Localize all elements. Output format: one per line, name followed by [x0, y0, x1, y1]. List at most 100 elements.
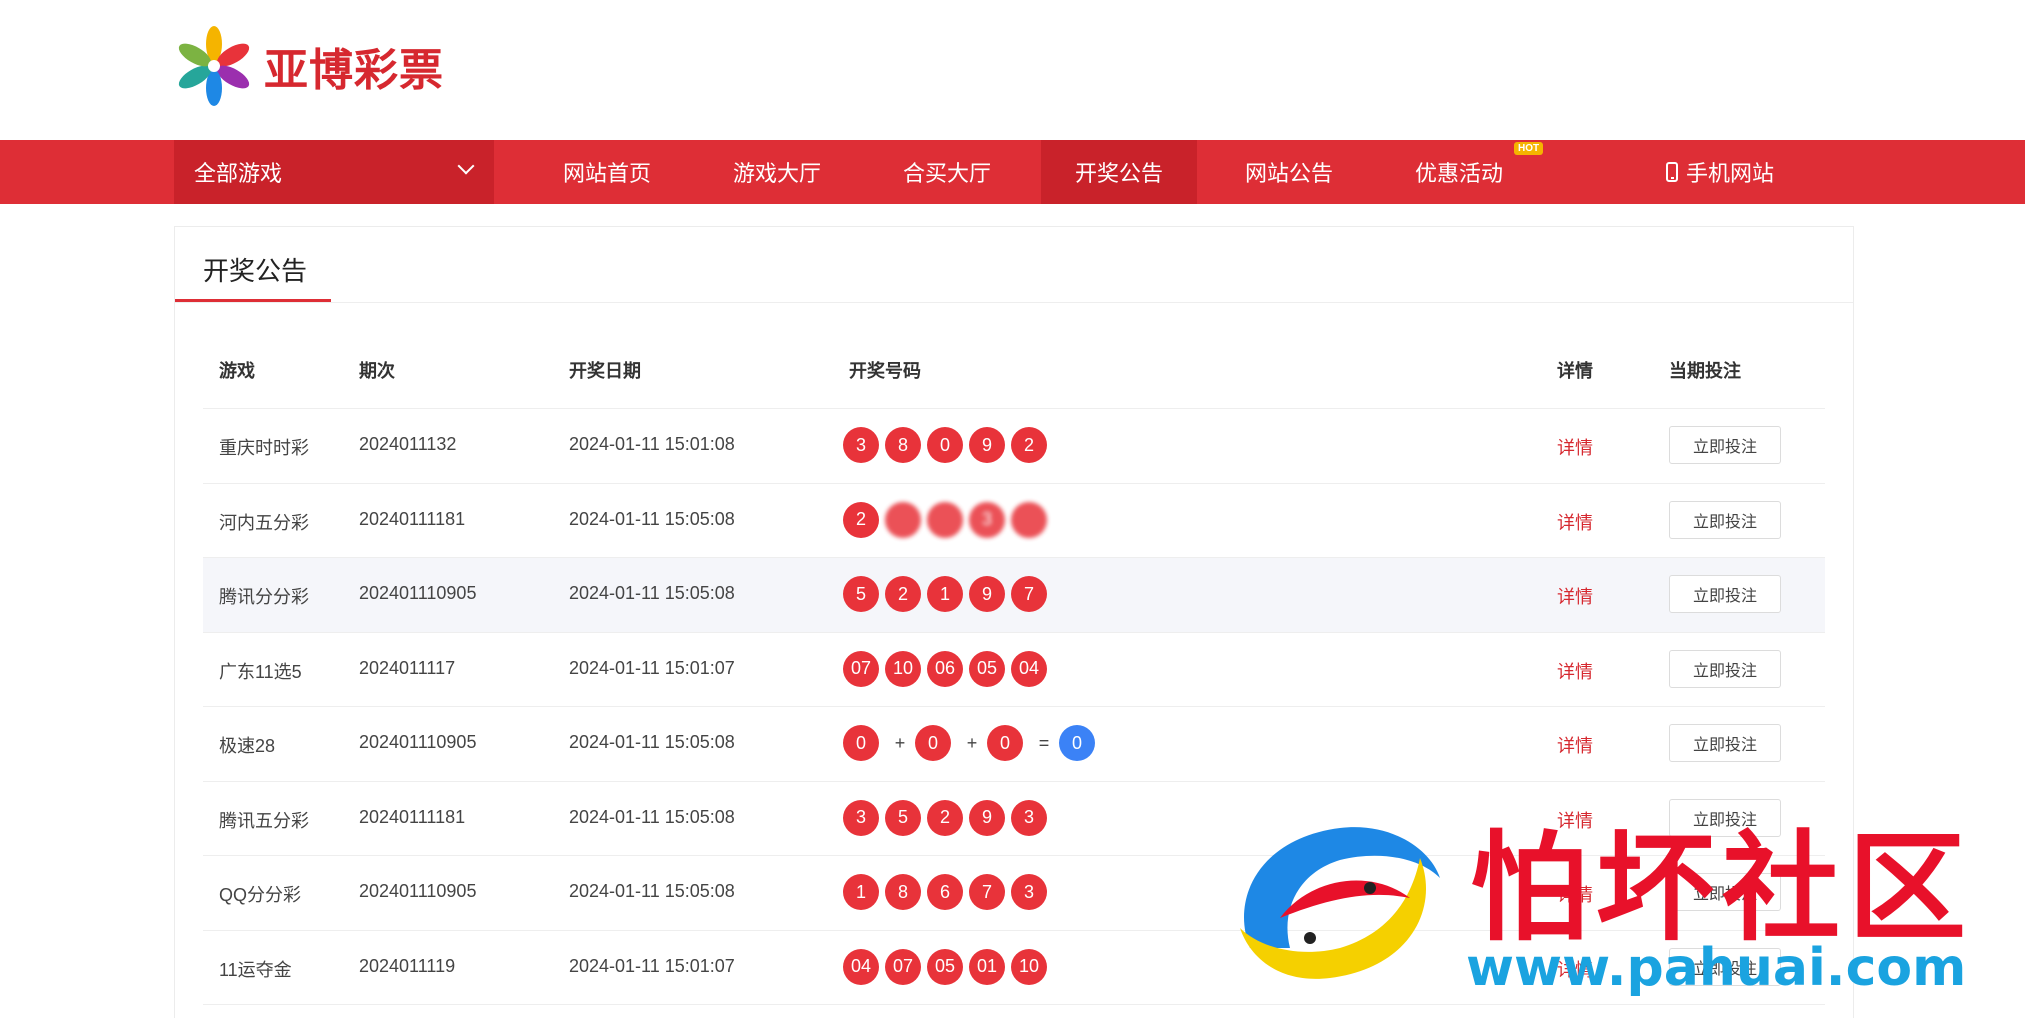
nav-item-label: 手机网站 — [1685, 161, 1774, 186]
nav-item-label: 网站公告 — [1244, 161, 1333, 186]
number-ball: 8 — [885, 427, 921, 463]
number-ball: 2 — [927, 799, 963, 836]
number-ball: 8 — [885, 874, 921, 910]
brand-name: 亚博彩票 — [264, 45, 444, 96]
draw-date: 2024-01-11 15:05:08 — [569, 583, 735, 603]
bet-now-button[interactable]: 立即投注 — [1669, 575, 1781, 613]
col-header-date: 开奖日期 — [569, 361, 641, 381]
number-ball: 7 — [969, 874, 1005, 910]
draw-numbers: 2 3 — [843, 501, 1053, 538]
nav-item-group-buy[interactable]: 合买大厅 — [862, 140, 1032, 204]
bet-now-button[interactable]: 立即投注 — [1669, 426, 1781, 464]
col-header-game: 游戏 — [219, 361, 255, 381]
col-header-bet: 当期投注 — [1669, 361, 1741, 381]
draw-numbers: 04 07 05 01 10 — [843, 948, 1053, 985]
site-header: 亚博彩票 — [0, 0, 2025, 140]
table-row: 广东11选5 2024011117 2024-01-11 15:01:07 07… — [203, 633, 1825, 707]
number-ball: 1 — [843, 874, 879, 910]
period: 202401110905 — [359, 732, 477, 752]
draw-numbers: 3 8 0 9 2 — [843, 427, 1053, 463]
detail-link[interactable]: 详情 — [1557, 732, 1593, 758]
watermark: 怕坏社区 www.pahuai.com — [1220, 792, 2020, 1012]
game-name: 腾讯分分彩 — [219, 587, 309, 607]
bet-now-button[interactable]: 立即投注 — [1669, 500, 1781, 539]
number-ball: 2 — [885, 576, 921, 612]
game-name: 河内五分彩 — [219, 512, 309, 533]
period: 2024011117 — [359, 657, 456, 678]
all-games-dropdown[interactable]: 全部游戏 — [174, 140, 494, 204]
number-ball: 2 — [843, 501, 879, 538]
number-ball: 05 — [927, 948, 963, 985]
fish-logo-icon — [1240, 827, 1440, 979]
nav-item-promotions[interactable]: 优惠活动 HOT — [1374, 140, 1544, 204]
period: 2024011119 — [359, 955, 456, 976]
watermark-url: www.pahuai.com — [1466, 938, 1967, 998]
number-ball-obscured — [885, 501, 921, 538]
number-ball: 5 — [885, 799, 921, 836]
number-ball: 3 — [843, 427, 879, 463]
nav-item-label: 网站首页 — [562, 161, 651, 186]
logo-flower-icon — [178, 26, 250, 106]
nav-item-game-hall[interactable]: 游戏大厅 — [692, 140, 862, 204]
number-ball: 01 — [969, 948, 1005, 985]
number-ball: 9 — [969, 576, 1005, 612]
game-name: 广东11选5 — [219, 661, 302, 682]
site-logo[interactable]: 亚博彩票 — [172, 24, 444, 108]
number-ball: 10 — [885, 650, 921, 687]
number-ball-obscured — [1011, 501, 1047, 538]
number-ball: 5 — [843, 576, 879, 612]
panel-title: 开奖公告 — [203, 256, 308, 286]
nav-item-home[interactable]: 网站首页 — [522, 140, 692, 204]
col-header-detail: 详情 — [1557, 361, 1593, 381]
phone-icon — [1665, 162, 1678, 182]
nav-item-draw-results[interactable]: 开奖公告 — [1041, 140, 1197, 204]
period: 202401110905 — [359, 583, 477, 603]
plus-sign: + — [894, 732, 906, 753]
detail-link[interactable]: 详情 — [1557, 434, 1593, 460]
draw-numbers: 1 8 6 7 3 — [843, 874, 1053, 910]
draw-numbers: 5 2 1 9 7 — [843, 576, 1053, 612]
period: 202401110905 — [359, 881, 477, 901]
draw-date: 2024-01-11 15:05:08 — [569, 732, 735, 752]
number-ball: 9 — [969, 799, 1005, 836]
nav-item-label: 优惠活动 — [1414, 161, 1503, 186]
bet-now-button[interactable]: 立即投注 — [1669, 649, 1781, 688]
nav-item-mobile-site[interactable]: 手机网站 — [1630, 140, 1810, 204]
nav-item-announcements[interactable]: 网站公告 — [1204, 140, 1374, 204]
number-ball: 0 — [915, 725, 951, 761]
number-ball: 2 — [1011, 427, 1047, 463]
number-ball-obscured: 3 — [969, 501, 1005, 538]
period: 20240111181 — [359, 508, 466, 529]
number-ball: 06 — [927, 650, 963, 687]
number-ball: 07 — [843, 650, 879, 687]
detail-link[interactable]: 详情 — [1557, 509, 1593, 535]
bet-now-button[interactable]: 立即投注 — [1669, 724, 1781, 762]
game-name: 腾讯五分彩 — [219, 810, 309, 831]
draw-numbers: 0 + 0 + 0 = 0 — [843, 725, 1101, 761]
detail-link[interactable]: 详情 — [1557, 658, 1593, 684]
number-ball: 1 — [927, 576, 963, 612]
number-ball: 3 — [1011, 799, 1047, 836]
draw-date: 2024-01-11 15:05:08 — [569, 881, 735, 901]
nav-item-label: 游戏大厅 — [732, 161, 821, 186]
number-ball: 3 — [1011, 874, 1047, 910]
table-row: 极速28 202401110905 2024-01-11 15:05:08 0 … — [203, 707, 1825, 782]
number-ball: 6 — [927, 874, 963, 910]
nav-item-label: 合买大厅 — [902, 161, 991, 186]
col-header-numbers: 开奖号码 — [849, 361, 921, 381]
number-ball: 07 — [885, 948, 921, 985]
number-ball: 04 — [843, 948, 879, 985]
col-header-period: 期次 — [359, 361, 395, 381]
number-ball: 10 — [1011, 948, 1047, 985]
draw-numbers: 3 5 2 9 3 — [843, 799, 1053, 836]
draw-date: 2024-01-11 15:01:08 — [569, 434, 735, 454]
number-ball: 0 — [843, 725, 879, 761]
game-name: QQ分分彩 — [219, 885, 302, 905]
number-ball: 05 — [969, 650, 1005, 687]
number-ball: 3 — [843, 799, 879, 836]
number-ball-obscured — [927, 501, 963, 538]
detail-link[interactable]: 详情 — [1557, 583, 1593, 609]
panel-title-underline — [175, 299, 331, 302]
draw-numbers: 07 10 06 05 04 — [843, 650, 1053, 687]
draw-date: 2024-01-11 15:05:08 — [569, 806, 735, 827]
